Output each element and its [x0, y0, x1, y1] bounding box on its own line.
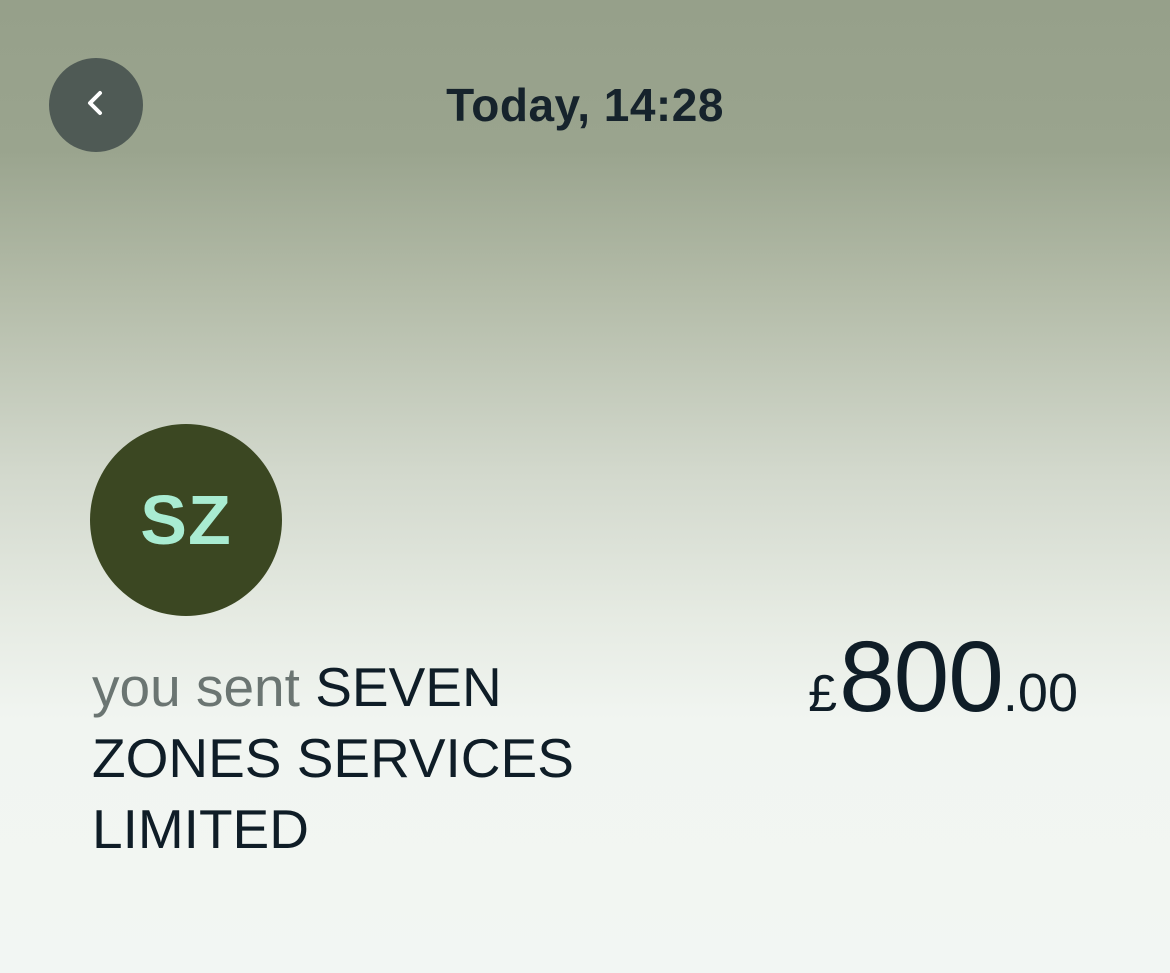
transaction-prefix: you sent [92, 656, 300, 718]
transaction-description: you sent SEVEN ZONES SERVICES LIMITED [92, 652, 632, 865]
avatar: SZ [90, 424, 282, 616]
amount-minor: .00 [1002, 663, 1078, 723]
page-title: Today, 14:28 [446, 79, 724, 131]
avatar-initials: SZ [140, 481, 232, 559]
transaction-amount: £ 800 .00 [808, 620, 1078, 735]
amount-currency: £ [808, 665, 838, 723]
amount-major: 800 [839, 621, 1004, 733]
